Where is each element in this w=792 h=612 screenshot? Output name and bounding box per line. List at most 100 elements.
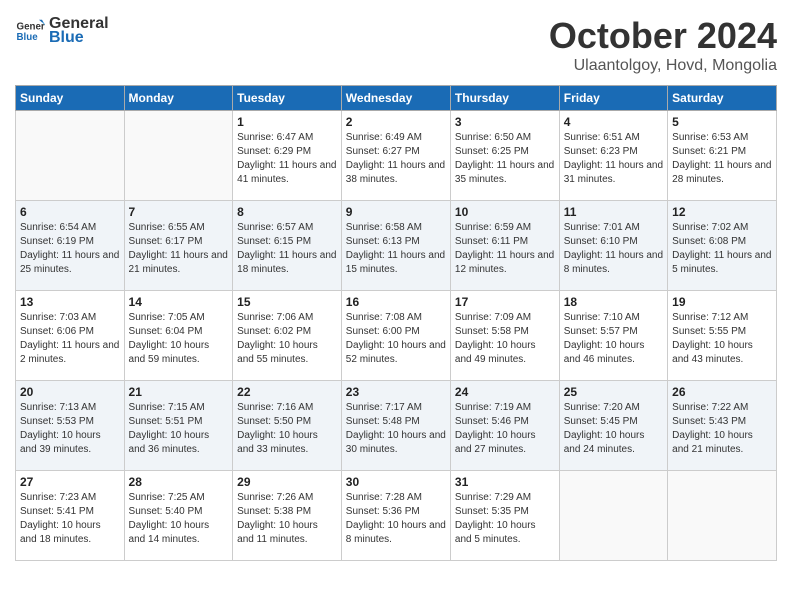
calendar-cell: 19 Sunrise: 7:12 AM Sunset: 5:55 PM Dayli… bbox=[668, 291, 777, 381]
day-info: Sunrise: 6:50 AM Sunset: 6:25 PM Dayligh… bbox=[455, 131, 555, 187]
day-info: Sunrise: 7:17 AM Sunset: 5:48 PM Dayligh… bbox=[346, 401, 446, 457]
calendar-cell: 31Sunrise: 7:29 AM Sunset: 5:35 PM Dayli… bbox=[450, 471, 559, 561]
day-info: Sunrise: 6:54 AM Sunset: 6:19 PM Dayligh… bbox=[20, 221, 120, 277]
calendar-cell: 30 Sunrise: 7:28 AM Sunset: 5:36 PM Dayli… bbox=[341, 471, 450, 561]
day-number: 25 bbox=[564, 385, 663, 399]
calendar-cell: 12 Sunrise: 7:02 AM Sunset: 6:08 PM Dayli… bbox=[668, 201, 777, 291]
day-number: 11 bbox=[564, 205, 663, 219]
day-number: 31 bbox=[455, 475, 555, 489]
weekday-header: Wednesday bbox=[341, 86, 450, 111]
day-info: Sunrise: 6:53 AM Sunset: 6:21 PM Dayligh… bbox=[672, 131, 772, 187]
day-number: 3 bbox=[455, 115, 555, 129]
day-info: Sunrise: 7:16 AM Sunset: 5:50 PM Dayligh… bbox=[237, 401, 337, 457]
day-number: 15 bbox=[237, 295, 337, 309]
calendar-cell: 16Sunrise: 7:08 AM Sunset: 6:00 PM Dayli… bbox=[341, 291, 450, 381]
day-info: Sunrise: 7:15 AM Sunset: 5:51 PM Dayligh… bbox=[129, 401, 229, 457]
weekday-header: Thursday bbox=[450, 86, 559, 111]
day-number: 1 bbox=[237, 115, 337, 129]
day-info: Sunrise: 7:23 AM Sunset: 5:41 PM Dayligh… bbox=[20, 491, 120, 547]
weekday-header: Tuesday bbox=[233, 86, 342, 111]
calendar-cell: 13 Sunrise: 7:03 AM Sunset: 6:06 PM Dayli… bbox=[16, 291, 125, 381]
day-info: Sunrise: 7:03 AM Sunset: 6:06 PM Dayligh… bbox=[20, 311, 120, 367]
weekday-header: Friday bbox=[559, 86, 667, 111]
day-number: 8 bbox=[237, 205, 337, 219]
day-number: 16 bbox=[346, 295, 446, 309]
calendar-cell: 11 Sunrise: 7:01 AM Sunset: 6:10 PM Dayli… bbox=[559, 201, 667, 291]
calendar-cell: 3 Sunrise: 6:50 AM Sunset: 6:25 PM Daylig… bbox=[450, 111, 559, 201]
calendar-cell: 24 Sunrise: 7:19 AM Sunset: 5:46 PM Dayli… bbox=[450, 381, 559, 471]
calendar-cell bbox=[16, 111, 125, 201]
day-number: 12 bbox=[672, 205, 772, 219]
day-number: 27 bbox=[20, 475, 120, 489]
calendar-cell: 18Sunrise: 7:10 AM Sunset: 5:57 PM Dayli… bbox=[559, 291, 667, 381]
day-number: 10 bbox=[455, 205, 555, 219]
day-info: Sunrise: 6:57 AM Sunset: 6:15 PM Dayligh… bbox=[237, 221, 337, 277]
page-header: General Blue General Blue October 2024 U… bbox=[15, 15, 777, 75]
calendar-cell bbox=[559, 471, 667, 561]
calendar-cell: 15 Sunrise: 7:06 AM Sunset: 6:02 PM Dayli… bbox=[233, 291, 342, 381]
day-info: Sunrise: 7:25 AM Sunset: 5:40 PM Dayligh… bbox=[129, 491, 229, 547]
weekday-header: Sunday bbox=[16, 86, 125, 111]
calendar-cell: 20Sunrise: 7:13 AM Sunset: 5:53 PM Dayli… bbox=[16, 381, 125, 471]
day-number: 29 bbox=[237, 475, 337, 489]
calendar-cell: 27 Sunrise: 7:23 AM Sunset: 5:41 PM Dayli… bbox=[16, 471, 125, 561]
day-number: 22 bbox=[237, 385, 337, 399]
day-number: 9 bbox=[346, 205, 446, 219]
day-info: Sunrise: 6:47 AM Sunset: 6:29 PM Dayligh… bbox=[237, 131, 337, 187]
day-number: 23 bbox=[346, 385, 446, 399]
weekday-header: Monday bbox=[124, 86, 233, 111]
day-info: Sunrise: 7:20 AM Sunset: 5:45 PM Dayligh… bbox=[564, 401, 663, 457]
calendar-cell: 9 Sunrise: 6:58 AM Sunset: 6:13 PM Daylig… bbox=[341, 201, 450, 291]
day-info: Sunrise: 7:19 AM Sunset: 5:46 PM Dayligh… bbox=[455, 401, 555, 457]
day-info: Sunrise: 7:26 AM Sunset: 5:38 PM Dayligh… bbox=[237, 491, 337, 547]
day-number: 17 bbox=[455, 295, 555, 309]
calendar-cell: 10 Sunrise: 6:59 AM Sunset: 6:11 PM Dayli… bbox=[450, 201, 559, 291]
day-info: Sunrise: 7:12 AM Sunset: 5:55 PM Dayligh… bbox=[672, 311, 772, 367]
day-number: 30 bbox=[346, 475, 446, 489]
day-number: 28 bbox=[129, 475, 229, 489]
day-info: Sunrise: 7:22 AM Sunset: 5:43 PM Dayligh… bbox=[672, 401, 772, 457]
day-number: 4 bbox=[564, 115, 663, 129]
location-title: Ulaantolgoy, Hovd, Mongolia bbox=[549, 57, 777, 75]
calendar-cell: 21Sunrise: 7:15 AM Sunset: 5:51 PM Dayli… bbox=[124, 381, 233, 471]
title-block: October 2024 Ulaantolgoy, Hovd, Mongolia bbox=[549, 15, 777, 75]
calendar-cell: 2 Sunrise: 6:49 AM Sunset: 6:27 PM Daylig… bbox=[341, 111, 450, 201]
logo-icon: General Blue bbox=[15, 16, 45, 46]
calendar-cell: 23 Sunrise: 7:17 AM Sunset: 5:48 PM Dayli… bbox=[341, 381, 450, 471]
calendar-cell: 4 Sunrise: 6:51 AM Sunset: 6:23 PM Daylig… bbox=[559, 111, 667, 201]
calendar-cell: 1 Sunrise: 6:47 AM Sunset: 6:29 PM Daylig… bbox=[233, 111, 342, 201]
day-number: 19 bbox=[672, 295, 772, 309]
calendar-cell: 25 Sunrise: 7:20 AM Sunset: 5:45 PM Dayli… bbox=[559, 381, 667, 471]
calendar-week-row: 20Sunrise: 7:13 AM Sunset: 5:53 PM Dayli… bbox=[16, 381, 777, 471]
calendar-cell: 29 Sunrise: 7:26 AM Sunset: 5:38 PM Dayli… bbox=[233, 471, 342, 561]
calendar-cell: 28 Sunrise: 7:25 AM Sunset: 5:40 PM Dayli… bbox=[124, 471, 233, 561]
calendar-cell: 22 Sunrise: 7:16 AM Sunset: 5:50 PM Dayli… bbox=[233, 381, 342, 471]
day-info: Sunrise: 7:10 AM Sunset: 5:57 PM Dayligh… bbox=[564, 311, 663, 367]
svg-text:Blue: Blue bbox=[17, 32, 39, 43]
calendar-week-row: 27 Sunrise: 7:23 AM Sunset: 5:41 PM Dayli… bbox=[16, 471, 777, 561]
day-info: Sunrise: 6:49 AM Sunset: 6:27 PM Dayligh… bbox=[346, 131, 446, 187]
day-number: 6 bbox=[20, 205, 120, 219]
day-number: 20 bbox=[20, 385, 120, 399]
month-title: October 2024 bbox=[549, 15, 777, 57]
day-info: Sunrise: 7:01 AM Sunset: 6:10 PM Dayligh… bbox=[564, 221, 663, 277]
calendar-week-row: 6 Sunrise: 6:54 AM Sunset: 6:19 PM Daylig… bbox=[16, 201, 777, 291]
day-info: Sunrise: 7:28 AM Sunset: 5:36 PM Dayligh… bbox=[346, 491, 446, 547]
day-info: Sunrise: 6:51 AM Sunset: 6:23 PM Dayligh… bbox=[564, 131, 663, 187]
day-info: Sunrise: 6:55 AM Sunset: 6:17 PM Dayligh… bbox=[129, 221, 229, 277]
day-number: 24 bbox=[455, 385, 555, 399]
calendar-cell: 17Sunrise: 7:09 AM Sunset: 5:58 PM Dayli… bbox=[450, 291, 559, 381]
day-number: 26 bbox=[672, 385, 772, 399]
calendar-header-row: SundayMondayTuesdayWednesdayThursdayFrid… bbox=[16, 86, 777, 111]
day-info: Sunrise: 7:02 AM Sunset: 6:08 PM Dayligh… bbox=[672, 221, 772, 277]
calendar-cell: 6 Sunrise: 6:54 AM Sunset: 6:19 PM Daylig… bbox=[16, 201, 125, 291]
day-info: Sunrise: 6:58 AM Sunset: 6:13 PM Dayligh… bbox=[346, 221, 446, 277]
calendar-week-row: 1 Sunrise: 6:47 AM Sunset: 6:29 PM Daylig… bbox=[16, 111, 777, 201]
logo: General Blue General Blue bbox=[15, 15, 109, 47]
day-info: Sunrise: 6:59 AM Sunset: 6:11 PM Dayligh… bbox=[455, 221, 555, 277]
day-number: 2 bbox=[346, 115, 446, 129]
day-number: 13 bbox=[20, 295, 120, 309]
day-info: Sunrise: 7:05 AM Sunset: 6:04 PM Dayligh… bbox=[129, 311, 229, 367]
day-info: Sunrise: 7:06 AM Sunset: 6:02 PM Dayligh… bbox=[237, 311, 337, 367]
calendar-cell: 5Sunrise: 6:53 AM Sunset: 6:21 PM Daylig… bbox=[668, 111, 777, 201]
